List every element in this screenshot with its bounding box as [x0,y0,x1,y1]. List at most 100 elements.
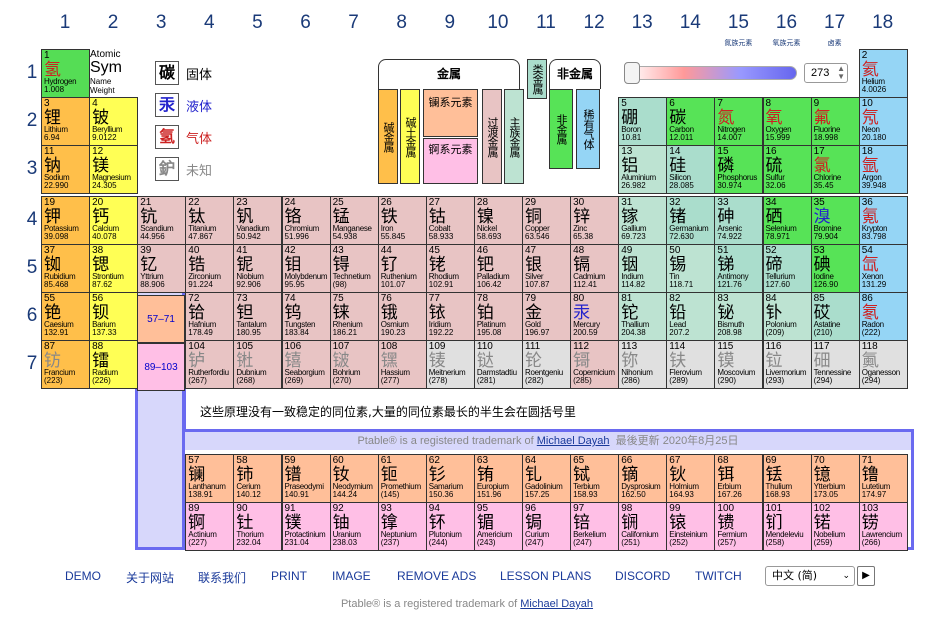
element-cell[interactable]: 118 鿫 Oganesson (294) [858,340,908,389]
element-cell[interactable]: 88 镭 Radium (226) [89,340,139,389]
element-cell[interactable]: 107 𬭛 Bohrium (270) [329,340,379,389]
state-symbol[interactable]: 汞 [155,93,179,117]
element-cell[interactable]: 71 镥 Lutetium 174.97 [858,454,908,503]
element-cell[interactable]: 27 钴 Cobalt 58.933 [425,196,475,245]
element-cell[interactable]: 83 铋 Bismuth 208.98 [714,292,764,341]
element-cell[interactable]: 111 𬬭 Roentgeniu (282) [522,340,572,389]
element-cell[interactable]: 84 钋 Polonium (209) [762,292,812,341]
element-cell[interactable]: 6 碳 Carbon 12.011 [666,97,716,146]
footer-link[interactable]: PRINT [271,569,307,583]
element-cell[interactable]: 17 氯 Chlorine 35.45 [810,145,860,194]
element-cell[interactable]: 7 氮 Nitrogen 14.007 [714,97,764,146]
element-cell[interactable]: 28 镍 Nickel 58.693 [473,196,523,245]
element-cell[interactable]: 96 锔 Curium (247) [522,502,572,551]
footer-link[interactable]: IMAGE [332,569,371,583]
group-number[interactable]: 7 [330,12,378,34]
element-cell[interactable]: 89 锕 Actinium (227) [185,502,235,551]
element-cell[interactable]: 115 镆 Moscovium (290) [714,340,764,389]
group-number[interactable]: 4 [185,12,233,34]
period-number[interactable]: 1 [24,62,40,84]
element-cell[interactable]: 93 镎 Neptunium (237) [377,502,427,551]
element-cell[interactable]: 65 铽 Terbium 158.93 [570,454,620,503]
element-cell[interactable]: 95 镅 Americium (243) [473,502,523,551]
group-number[interactable]: 5 [233,12,281,34]
element-cell[interactable]: 62 钐 Samarium 150.36 [425,454,475,503]
element-cell[interactable]: 106 𬭳 Seaborgium (269) [281,340,331,389]
element-cell[interactable]: 109 鿏 Meitnerium (278) [425,340,475,389]
period-number[interactable]: 7 [24,353,40,375]
element-cell[interactable]: 86 氡 Radon (222) [858,292,908,341]
element-cell[interactable]: 113 鿭 Nihonium (286) [618,340,668,389]
element-cell[interactable]: 85 砹 Astatine (210) [810,292,860,341]
footer-link[interactable]: REMOVE ADS [397,569,476,583]
trademark-bar-link[interactable]: Michael Dayah [537,435,610,447]
element-cell[interactable]: 79 金 Gold 196.97 [522,292,572,341]
element-cell[interactable]: 82 铅 Lead 207.2 [666,292,716,341]
cat-lanthanides[interactable]: 镧系元素 [423,89,478,137]
element-cell[interactable]: 114 𫓧 Flerovium (289) [666,340,716,389]
element-cell[interactable]: 24 铬 Chromium 51.996 [281,196,331,245]
go-button[interactable]: ▶ [857,566,875,586]
element-cell[interactable]: 43 锝 Technetium (98) [329,244,379,293]
cat-metalloids[interactable]: 类金属 [527,59,547,99]
element-cell[interactable]: 3 锂 Lithium 6.94 [41,97,91,146]
cat-actinides[interactable]: 锕系元素 [423,138,478,184]
element-cell[interactable]: 110 𫟼 Darmstadtiu (281) [473,340,523,389]
element-cell[interactable]: 26 铁 Iron 55.845 [377,196,427,245]
element-cell[interactable]: 102 锘 Nobelium (259) [810,502,860,551]
element-cell[interactable]: 38 锶 Strontium 87.62 [89,244,139,293]
temperature-input[interactable]: 273 ▲ ▼ [804,63,848,83]
cat-alkaline-earth[interactable]: 碱土金属 [400,89,420,184]
element-cell[interactable]: 14 硅 Silicon 28.085 [666,145,716,194]
element-cell[interactable]: 66 镝 Dysprosium 162.50 [618,454,668,503]
element-cell[interactable]: 8 氧 Oxygen 15.999 [762,97,812,146]
period-number[interactable]: 3 [24,158,40,180]
element-cell[interactable]: 15 磷 Phosphorus 30.974 [714,145,764,194]
group-number[interactable]: 1 [41,12,89,34]
element-cell[interactable]: 57 镧 Lanthanum 138.91 [185,454,235,503]
element-cell[interactable]: 51 锑 Antimony 121.76 [714,244,764,293]
element-cell[interactable]: 5 硼 Boron 10.81 [618,97,668,146]
group-number[interactable]: 8 [378,12,426,34]
element-cell[interactable]: 42 钼 Molybdenum 95.95 [281,244,331,293]
group-number[interactable]: 2 [89,12,137,34]
element-cell[interactable]: 1 氢 Hydrogen 1.008 [41,49,91,98]
element-cell[interactable]: 91 镤 Protactinium 231.04 [281,502,331,551]
element-cell[interactable]: 29 铜 Copper 63.546 [522,196,572,245]
element-cell[interactable]: 31 镓 Gallium 69.723 [618,196,668,245]
element-cell[interactable]: 67 钬 Holmium 164.93 [666,454,716,503]
element-cell[interactable]: 11 钠 Sodium 22.990 [41,145,91,194]
element-cell[interactable]: 2 氦 Helium 4.0026 [858,49,908,98]
element-cell[interactable]: 94 钚 Plutonium (244) [425,502,475,551]
element-cell[interactable]: 13 铝 Aluminium 26.982 [618,145,668,194]
temperature-slider-handle[interactable] [624,62,640,84]
element-cell[interactable]: 104 𬬻 Rutherfordiu (267) [185,340,235,389]
element-cell[interactable]: 23 钒 Vanadium 50.942 [233,196,283,245]
element-cell[interactable]: 77 铱 Iridium 192.22 [425,292,475,341]
element-cell[interactable]: 33 砷 Arsenic 74.922 [714,196,764,245]
period-number[interactable]: 4 [24,209,40,231]
element-cell[interactable]: 68 铒 Erbium 167.26 [714,454,764,503]
element-cell[interactable]: 30 锌 Zinc 65.38 [570,196,620,245]
cat-transition[interactable]: 过渡金属 [482,89,502,184]
actinide-ref[interactable]: 89–103 [137,343,185,391]
period-number[interactable]: 5 [24,257,40,279]
element-cell[interactable]: 117 鿬 Tennessine (294) [810,340,860,389]
footer-trademark-link[interactable]: Michael Dayah [520,598,593,610]
temperature-slider[interactable] [627,66,797,80]
element-cell[interactable]: 35 溴 Bromine 79.904 [810,196,860,245]
cat-post-transition[interactable]: 主族金属 [504,89,524,184]
element-cell[interactable]: 58 铈 Cerium 140.12 [233,454,283,503]
group-number[interactable]: 15 [714,12,762,34]
element-cell[interactable]: 4 铍 Beryllium 9.0122 [89,97,139,146]
element-cell[interactable]: 10 氖 Neon 20.180 [858,97,908,146]
group-number[interactable]: 11 [522,12,570,34]
group-number[interactable]: 3 [137,12,185,34]
group-number[interactable]: 10 [474,12,522,34]
element-cell[interactable]: 46 钯 Palladium 106.42 [473,244,523,293]
group-number[interactable]: 12 [570,12,618,34]
element-cell[interactable]: 99 锿 Einsteinium (252) [666,502,716,551]
element-cell[interactable]: 74 钨 Tungsten 183.84 [281,292,331,341]
element-cell[interactable]: 60 钕 Neodymium 144.24 [329,454,379,503]
period-number[interactable]: 6 [24,305,40,327]
